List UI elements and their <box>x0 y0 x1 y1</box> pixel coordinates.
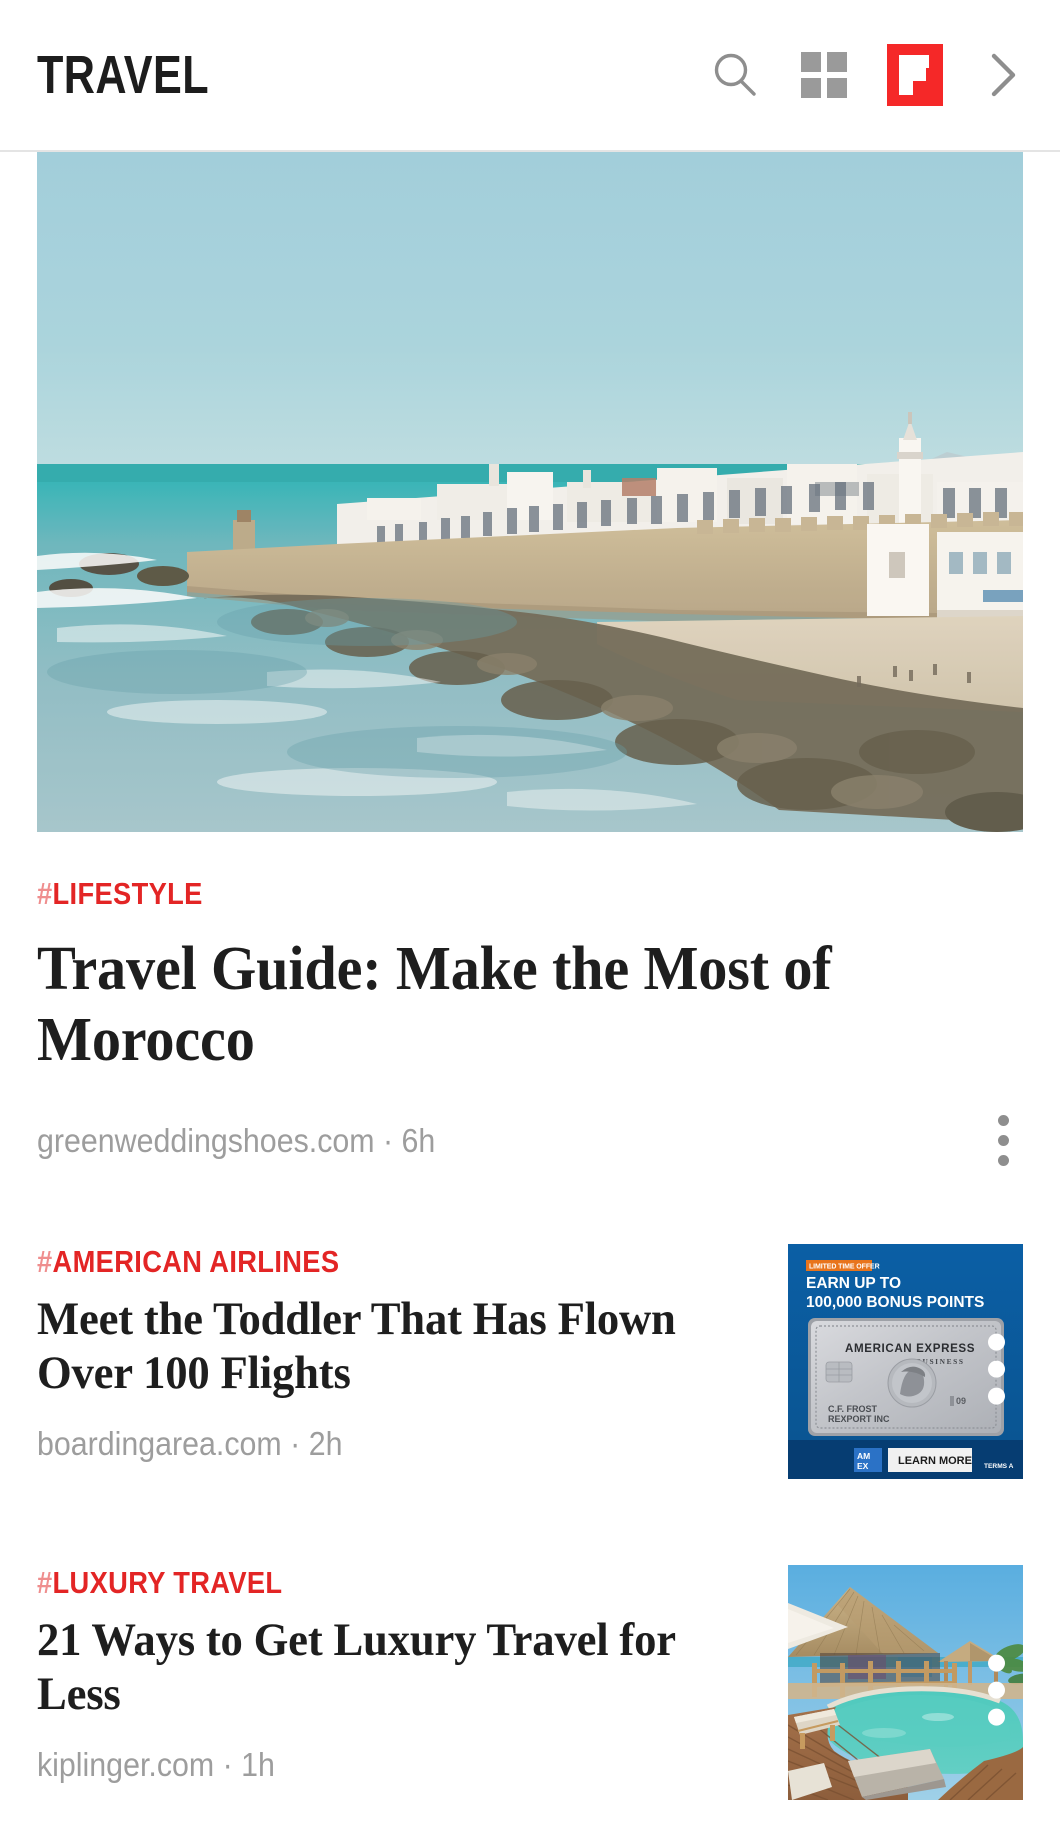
svg-text:09: 09 <box>956 1396 966 1406</box>
category-label: LUXURY TRAVEL <box>52 1565 283 1601</box>
hero-meta-row: greenweddingshoes.com · 6h <box>37 1109 1023 1172</box>
svg-text:100,000 BONUS POINTS: 100,000 BONUS POINTS <box>806 1294 984 1311</box>
grid-cell <box>827 52 847 72</box>
page-title: TRAVEL <box>37 45 209 105</box>
category-tag-luxury-travel[interactable]: #LUXURY TRAVEL <box>37 1565 668 1601</box>
svg-text:AMERICAN EXPRESS: AMERICAN EXPRESS <box>845 1342 975 1355</box>
svg-text:REXPORT INC: REXPORT INC <box>828 1414 890 1424</box>
list-item[interactable]: #LUXURY TRAVEL 21 Ways to Get Luxury Tra… <box>37 1565 1023 1801</box>
article-source-meta: boardingarea.com · 2h <box>37 1424 343 1462</box>
flipboard-logo-glyph <box>887 44 943 106</box>
grid-icon[interactable] <box>801 52 847 98</box>
article-headline[interactable]: Meet the Toddler That Has Flown Over 100… <box>37 1293 718 1400</box>
hero-category-tag[interactable]: #LIFESTYLE <box>37 876 905 912</box>
svg-text:LEARN MORE: LEARN MORE <box>898 1455 972 1467</box>
svg-text:AM: AM <box>857 1451 870 1461</box>
hero-image[interactable] <box>37 152 1023 832</box>
hero-article-card[interactable]: #LIFESTYLE Travel Guide: Make the Most o… <box>37 152 1023 1172</box>
dot <box>988 1708 1005 1726</box>
dot <box>988 1387 1005 1405</box>
svg-text:LIMITED TIME OFFER: LIMITED TIME OFFER <box>809 1264 880 1271</box>
dot <box>988 1654 1005 1672</box>
article-feed: #LIFESTYLE Travel Guide: Make the Most o… <box>0 152 1060 1801</box>
more-options-icon[interactable] <box>984 1109 1023 1172</box>
article-headline[interactable]: 21 Ways to Get Luxury Travel for Less <box>37 1614 718 1721</box>
hero-headline[interactable]: Travel Guide: Make the Most of Morocco <box>37 934 964 1075</box>
svg-text:EX: EX <box>857 1461 869 1471</box>
category-tag-american-airlines[interactable]: #AMERICAN AIRLINES <box>37 1244 668 1280</box>
chevron-right-icon[interactable] <box>983 47 1023 103</box>
list-item-text: #AMERICAN AIRLINES Meet the Toddler That… <box>37 1244 754 1462</box>
article-source-meta: kiplinger.com · 1h <box>37 1745 275 1783</box>
hashtag-symbol: # <box>37 1565 53 1601</box>
more-options-icon[interactable] <box>988 1333 1005 1405</box>
grid-cell <box>827 78 847 98</box>
hashtag-symbol: # <box>37 876 53 911</box>
hero-source-meta: greenweddingshoes.com · 6h <box>37 1121 436 1159</box>
flipboard-logo-notch <box>913 68 926 81</box>
category-label: AMERICAN AIRLINES <box>52 1244 340 1280</box>
dot <box>988 1360 1005 1378</box>
dot <box>998 1115 1009 1127</box>
grid-cell <box>801 78 821 98</box>
svg-text:C.F. FROST: C.F. FROST <box>828 1404 878 1414</box>
article-thumbnail[interactable] <box>788 1565 1023 1801</box>
flipboard-logo-icon[interactable] <box>887 44 943 106</box>
header-actions <box>709 44 1023 106</box>
search-icon[interactable] <box>709 49 761 101</box>
advertisement-thumbnail[interactable]: LIMITED TIME OFFER EARN UP TO 100,000 BO… <box>788 1244 1023 1480</box>
list-item[interactable]: #AMERICAN AIRLINES Meet the Toddler That… <box>37 1244 1023 1480</box>
more-options-icon[interactable] <box>988 1654 1005 1726</box>
dot <box>998 1155 1009 1167</box>
grid-cell <box>801 52 821 72</box>
grid-icon-glyph <box>801 52 847 98</box>
svg-text:TERMS A: TERMS A <box>984 1463 1014 1470</box>
svg-text:EARN UP TO: EARN UP TO <box>806 1275 901 1292</box>
dot <box>988 1681 1005 1699</box>
list-item-text: #LUXURY TRAVEL 21 Ways to Get Luxury Tra… <box>37 1565 754 1783</box>
app-header: TRAVEL <box>0 0 1060 152</box>
dot <box>998 1135 1009 1147</box>
hero-category-label: LIFESTYLE <box>52 876 203 911</box>
hashtag-symbol: # <box>37 1244 53 1280</box>
dot <box>988 1333 1005 1351</box>
